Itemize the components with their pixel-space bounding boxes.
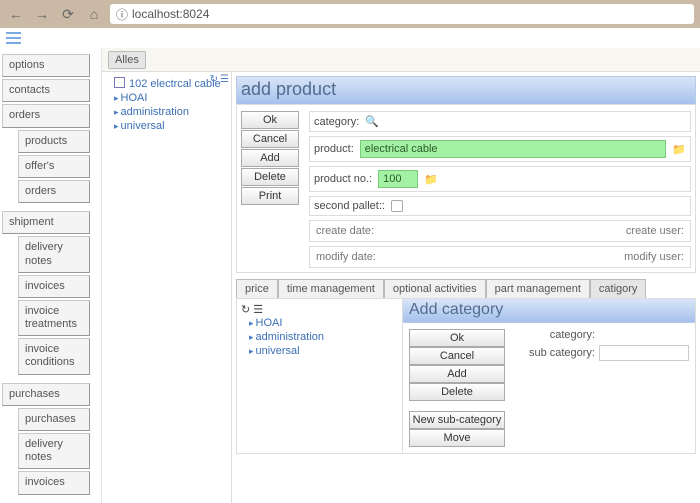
sub-category-input[interactable] [599,345,689,361]
tree2-universal[interactable]: ▸universal [241,344,398,358]
ok-button[interactable]: Ok [241,111,299,129]
product-input[interactable]: electrical cable [360,140,667,158]
forward-button[interactable]: → [32,4,52,24]
add-button[interactable]: Add [241,149,299,167]
delete-button[interactable]: Delete [409,383,505,401]
tab-time-management[interactable]: time management [278,279,384,298]
chevron-right-icon: ▸ [114,107,119,118]
add-button[interactable]: Add [409,365,505,383]
sidebar-item-invoice-treatments[interactable]: invoice treatments [18,300,90,336]
ok-button[interactable]: Ok [409,329,505,347]
menu-icon[interactable] [6,32,694,44]
sub-category-label: sub category: [515,347,595,359]
sidebar-item-invoices[interactable]: invoices [18,275,90,298]
sidebar-item-purchases[interactable]: purchases [18,408,90,431]
cancel-button[interactable]: Cancel [241,130,299,148]
folder-icon[interactable]: 📁 [672,143,686,156]
sidebar: optionscontactsordersproductsoffer'sorde… [0,48,102,503]
folder-icon[interactable]: 📁 [424,173,438,186]
reload-button[interactable]: ⟳ [58,4,78,24]
sidebar-item-shipment[interactable]: shipment [2,211,90,234]
new-sub-category-button[interactable]: New sub-category [409,411,505,429]
product-no-label: product no.: [314,173,372,185]
search-icon[interactable]: 🔍 [365,115,379,128]
topbar: Alles [102,48,700,72]
tab-price[interactable]: price [236,279,278,298]
tree2-administration[interactable]: ▸administration [241,330,398,344]
add-category-title: Add category [403,299,695,323]
sidebar-item-delivery-notes[interactable]: delivery notes [18,236,90,272]
category-main: Add category OkCancelAddDelete New sub-c… [403,299,695,453]
tree1-hoai[interactable]: ▸HOAI [106,91,227,105]
cancel-button[interactable]: Cancel [409,347,505,365]
category-buttons: OkCancelAddDelete New sub-categoryMove [409,329,505,447]
sidebar-item-contacts[interactable]: contacts [2,79,90,102]
product-fields: category: 🔍 product: electrical cable 📁 … [309,111,691,268]
sidebar-item-orders[interactable]: orders [2,104,90,127]
tab-optional-activities[interactable]: optional activities [384,279,486,298]
expand-icon[interactable]: ☰ [220,74,229,85]
home-button[interactable]: ⌂ [84,4,104,24]
print-button[interactable]: Print [241,187,299,205]
sidebar-item-delivery-notes[interactable]: delivery notes [18,433,90,469]
add-product-form: OkCancelAddDeletePrint category: 🔍 produ… [236,104,696,273]
second-pallet-checkbox[interactable] [391,200,403,212]
sidebar-item-products[interactable]: products [18,130,90,153]
chevron-right-icon: ▸ [114,93,119,104]
browser-bar: ← → ⟳ ⌂ ⓘ localhost:8024 [0,0,700,28]
chevron-right-icon: ▸ [114,121,119,132]
second-pallet-label: second pallet:: [314,200,385,212]
chevron-right-icon [114,77,127,90]
product-no-input[interactable]: 100 [378,170,418,188]
expand-icon[interactable]: ☰ [253,304,263,316]
category-label: category: [314,116,359,128]
tab-part-management[interactable]: part management [486,279,590,298]
refresh-icon[interactable]: ↻ [210,74,218,85]
sidebar-item-invoice-conditions[interactable]: invoice conditions [18,338,90,374]
tree-column-product: ↻ ☰ 102 electrcal cable▸HOAI▸administrat… [102,72,232,503]
tree1-administration[interactable]: ▸administration [106,105,227,119]
workspace: ↻ ☰ 102 electrcal cable▸HOAI▸administrat… [102,72,700,503]
filter-chip[interactable]: Alles [108,51,146,69]
add-product-title: add product [236,76,696,104]
content: Alles ↻ ☰ 102 electrcal cable▸HOAI▸admin… [102,48,700,503]
app: optionscontactsordersproductsoffer'sorde… [0,48,700,503]
sidebar-item-invoices[interactable]: invoices [18,471,90,494]
create-info: create date:create user: [309,220,691,242]
modify-info: modify date:modify user: [309,246,691,268]
sidebar-item-purchases[interactable]: purchases [2,383,90,406]
tabbar: pricetime managementoptional activitiesp… [236,279,696,298]
chevron-right-icon: ▸ [249,346,254,357]
category-panel: ↻ ☰ ▸HOAI▸administration▸universal Add c… [236,298,696,454]
chevron-right-icon: ▸ [249,332,254,343]
sidebar-item-orders[interactable]: orders [18,180,90,203]
chevron-right-icon: ▸ [249,318,254,329]
product-label: product: [314,143,354,155]
tab-catigory[interactable]: catigory [590,279,647,298]
category-fields: category: sub category: [515,329,689,447]
url-bar[interactable]: ⓘ localhost:8024 [110,4,694,24]
tree-column-category: ↻ ☰ ▸HOAI▸administration▸universal [237,299,403,453]
sidebar-item-options[interactable]: options [2,54,90,77]
delete-button[interactable]: Delete [241,168,299,186]
refresh-icon[interactable]: ↻ [241,304,250,316]
url-text: localhost:8024 [132,7,209,21]
tree1-universal[interactable]: ▸universal [106,119,227,133]
tree2-hoai[interactable]: ▸HOAI [241,316,398,330]
category-label: category: [515,329,595,341]
move-button[interactable]: Move [409,429,505,447]
info-icon: ⓘ [116,6,128,23]
back-button[interactable]: ← [6,4,26,24]
main-column: add product OkCancelAddDeletePrint categ… [232,72,700,503]
sidebar-item-offer-s[interactable]: offer's [18,155,90,178]
product-buttons: OkCancelAddDeletePrint [241,111,299,268]
